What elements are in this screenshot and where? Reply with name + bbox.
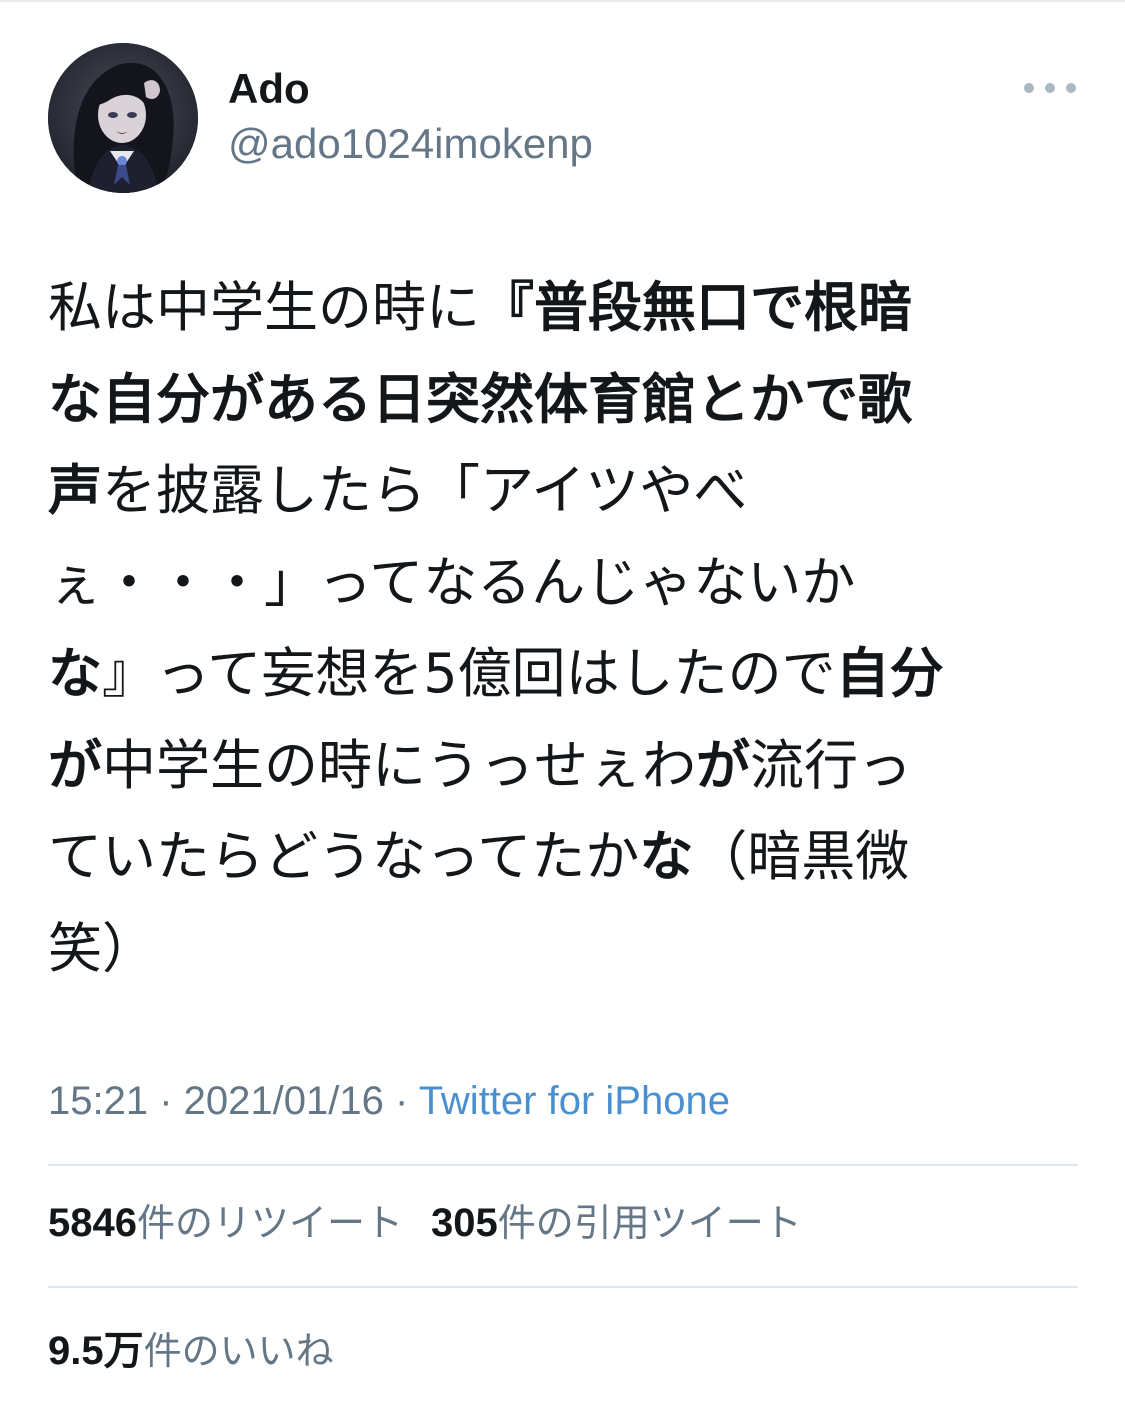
tweet-text-line: が中学生の時にうっせぇわが流行っ [48,720,1083,812]
user-handle[interactable]: @ado1024imokenp [228,119,593,169]
tweet-text-segment: 』って妄想を5億回はしたので [102,642,836,705]
avatar[interactable] [48,43,198,193]
avatar-image [48,43,198,193]
tweet-text-line: ぇ・・・」ってなるんじゃないか [48,537,1083,629]
tweet-text-line: 私は中学生の時に『普段無口で根暗 [48,262,1083,354]
retweets-stat[interactable]: 5846件のリツイート [48,1198,403,1248]
tweet-date: 2021/01/16 [183,1079,384,1123]
quotes-count: 305 [431,1201,498,1245]
tweet-time: 15:21 [48,1079,149,1123]
retweets-label: 件のリツイート [136,1201,403,1245]
divider [48,1286,1078,1288]
retweets-count: 5846 [48,1201,137,1245]
likes-stat[interactable]: 9.5万件のいいね [48,1326,334,1376]
more-horizontal-icon [1066,83,1076,93]
tweet-text-segment: 私は中学生の時に [48,276,480,339]
retweet-stats-row: 5846件のリツイート 305件の引用ツイート [48,1198,830,1248]
tweet-text-line: な』って妄想を5億回はしたので自分 [48,628,1083,720]
top-border [0,0,1125,2]
tweet-text-segment: （暗黒微 [693,825,910,888]
likes-count: 9.5万 [48,1329,144,1373]
tweet-text-line: な自分がある日突然体育館とかで歌 [48,354,1083,446]
tweet-text-bold-segment: 『普段無口で根暗 [480,276,912,339]
tweet-source-link[interactable]: Twitter for iPhone [419,1079,730,1123]
quotes-label: 件の引用ツイート [497,1201,802,1245]
tweet-text-line: 声を披露したら「アイツやべ [48,445,1083,537]
likes-stats-row: 9.5万件のいいね [48,1326,362,1376]
meta-separator: · [383,1079,419,1123]
tweet-text-segment: 笑） [48,916,156,980]
tweet-text-bold-segment: 自分 [835,642,944,705]
tweet-text-segment: 流行っ [750,733,912,797]
more-options-button[interactable] [1024,76,1076,100]
tweet-text-bold-segment: な [48,642,102,705]
tweet-text-bold-segment: な [639,825,694,888]
tweet-text-line: ていたらどうなってたかな（暗黒微 [48,811,1083,903]
tweet-text-segment: ぇ・・・」ってなるんじゃないか [48,550,856,614]
tweet-text-bold-segment: な自分がある日突然体育館とかで歌 [48,367,912,431]
tweet-text-segment: を披露したら「アイツやべ [102,459,748,522]
tweet-text-segment: 中学生の時にうっせぇわ [102,733,696,797]
tweet-text-line: 笑） [48,903,1083,995]
more-horizontal-icon [1045,83,1055,93]
tweet-text-bold-segment: 声 [48,459,102,522]
tweet-text-segment: ていたらどうなってたか [48,825,640,888]
tweet-text: 私は中学生の時に『普段無口で根暗 な自分がある日突然体育館とかで歌 声を披露したら「… [48,262,1083,994]
likes-label: 件のいいね [143,1329,334,1373]
tweet-meta: 15:21 · 2021/01/16 · Twitter for iPhone [48,1076,730,1126]
tweet-text-bold-segment: が [696,733,750,797]
tweet-text-bold-segment: が [48,733,102,797]
display-name[interactable]: Ado [228,64,310,114]
divider [48,1164,1078,1166]
meta-separator: · [148,1079,184,1123]
more-horizontal-icon [1024,83,1034,93]
quotes-stat[interactable]: 305件の引用ツイート [431,1198,802,1248]
